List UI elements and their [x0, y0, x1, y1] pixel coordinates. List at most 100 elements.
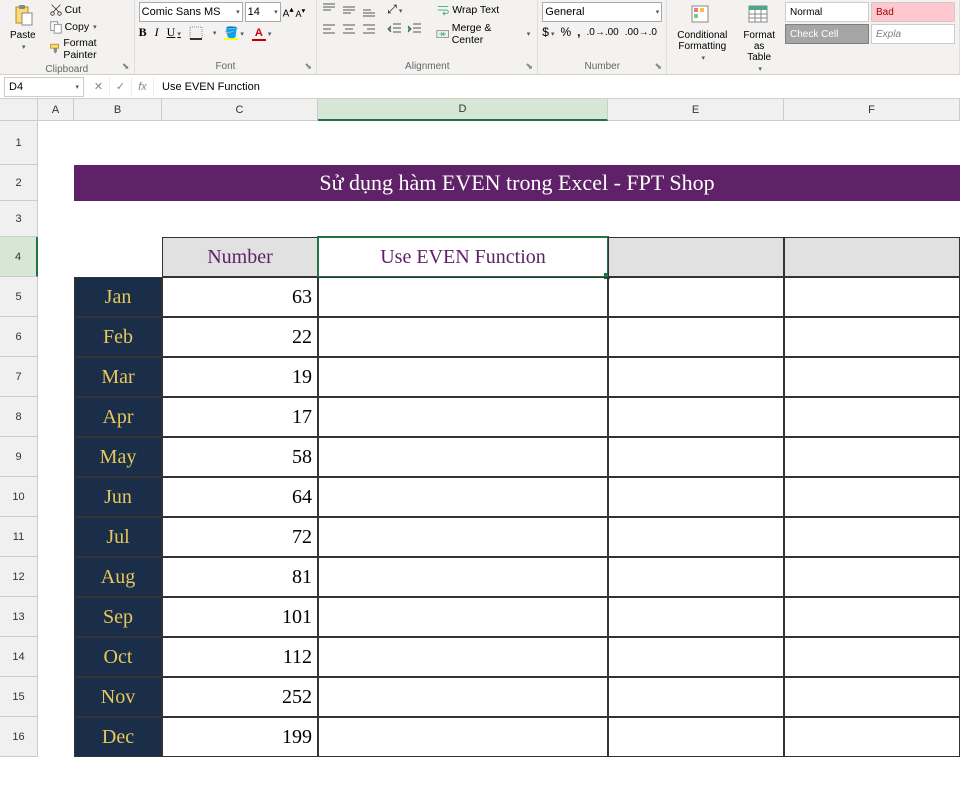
row-header-13[interactable]: 13: [0, 597, 38, 637]
cell-E13[interactable]: [608, 597, 784, 637]
font-size-combo[interactable]: 14▾: [245, 2, 281, 22]
cell-E9[interactable]: [608, 437, 784, 477]
fill-color-button[interactable]: 🪣▾: [224, 25, 244, 40]
align-top-button[interactable]: [321, 2, 337, 18]
even-cell-9[interactable]: [318, 437, 608, 477]
align-bottom-button[interactable]: [361, 2, 377, 18]
number-cell-9[interactable]: 58: [162, 437, 318, 477]
fx-button[interactable]: fx: [132, 77, 154, 97]
number-cell-14[interactable]: 112: [162, 637, 318, 677]
column-header-B[interactable]: B: [74, 99, 162, 121]
row-header-1[interactable]: 1: [0, 121, 38, 165]
font-name-combo[interactable]: Comic Sans MS▾: [139, 2, 243, 22]
even-cell-11[interactable]: [318, 517, 608, 557]
number-cell-13[interactable]: 101: [162, 597, 318, 637]
decrease-indent-button[interactable]: [387, 21, 403, 37]
number-cell-15[interactable]: 252: [162, 677, 318, 717]
cell-E11[interactable]: [608, 517, 784, 557]
decrease-decimal-button[interactable]: .00→.0: [625, 27, 657, 38]
even-cell-10[interactable]: [318, 477, 608, 517]
copy-button[interactable]: Copy▾: [46, 19, 130, 35]
underline-button[interactable]: U▾: [167, 25, 181, 40]
alignment-dialog-launcher[interactable]: ⬊: [523, 60, 535, 72]
number-dialog-launcher[interactable]: ⬊: [652, 60, 664, 72]
column-header-C[interactable]: C: [162, 99, 318, 121]
cell-style-normal[interactable]: Normal: [785, 2, 869, 22]
cell-E14[interactable]: [608, 637, 784, 677]
column-header-E[interactable]: E: [608, 99, 784, 121]
spreadsheet-grid[interactable]: ABCDEF 12345678910111213141516 Sử dụng h…: [0, 99, 960, 787]
font-dialog-launcher[interactable]: ⬊: [302, 60, 314, 72]
clipboard-dialog-launcher[interactable]: ⬊: [120, 60, 132, 72]
title-cell[interactable]: Sử dụng hàm EVEN trong Excel - FPT Shop: [74, 165, 960, 201]
cell-E16[interactable]: [608, 717, 784, 757]
cell-F16[interactable]: [784, 717, 960, 757]
cell-F5[interactable]: [784, 277, 960, 317]
row-header-14[interactable]: 14: [0, 637, 38, 677]
month-cell-sep[interactable]: Sep: [74, 597, 162, 637]
number-cell-11[interactable]: 72: [162, 517, 318, 557]
cell-E8[interactable]: [608, 397, 784, 437]
even-cell-16[interactable]: [318, 717, 608, 757]
paste-button[interactable]: Paste ▾: [4, 2, 42, 53]
orientation-button[interactable]: ⤢▾: [387, 2, 402, 18]
row-header-4[interactable]: 4: [0, 237, 38, 277]
comma-format-button[interactable]: ,: [577, 25, 580, 39]
borders-button[interactable]: [189, 26, 203, 40]
cell-E12[interactable]: [608, 557, 784, 597]
bold-button[interactable]: B: [139, 25, 147, 40]
header-e[interactable]: [608, 237, 784, 277]
month-cell-jun[interactable]: Jun: [74, 477, 162, 517]
align-right-button[interactable]: [361, 21, 377, 37]
number-format-combo[interactable]: General▾: [542, 2, 662, 22]
month-cell-dec[interactable]: Dec: [74, 717, 162, 757]
cell-F9[interactable]: [784, 437, 960, 477]
cell-E7[interactable]: [608, 357, 784, 397]
month-cell-nov[interactable]: Nov: [74, 677, 162, 717]
row-header-8[interactable]: 8: [0, 397, 38, 437]
accounting-format-button[interactable]: $▾: [542, 25, 554, 39]
month-cell-jul[interactable]: Jul: [74, 517, 162, 557]
increase-indent-button[interactable]: [407, 21, 423, 37]
month-cell-may[interactable]: May: [74, 437, 162, 477]
header-f[interactable]: [784, 237, 960, 277]
column-header-A[interactable]: A: [38, 99, 74, 121]
row-header-11[interactable]: 11: [0, 517, 38, 557]
month-cell-aug[interactable]: Aug: [74, 557, 162, 597]
row-header-7[interactable]: 7: [0, 357, 38, 397]
row-header-6[interactable]: 6: [0, 317, 38, 357]
number-cell-6[interactable]: 22: [162, 317, 318, 357]
cell-F10[interactable]: [784, 477, 960, 517]
row-header-5[interactable]: 5: [0, 277, 38, 317]
cell-F12[interactable]: [784, 557, 960, 597]
even-cell-8[interactable]: [318, 397, 608, 437]
format-as-table-button[interactable]: Format as Table▾: [737, 2, 781, 75]
cell-F7[interactable]: [784, 357, 960, 397]
formula-cancel-button[interactable]: ✕: [88, 77, 110, 97]
decrease-font-button[interactable]: A▾: [296, 6, 306, 19]
conditional-formatting-button[interactable]: Conditional Formatting▾: [671, 2, 733, 64]
even-cell-13[interactable]: [318, 597, 608, 637]
cell-F8[interactable]: [784, 397, 960, 437]
formula-enter-button[interactable]: ✓: [110, 77, 132, 97]
number-cell-10[interactable]: 64: [162, 477, 318, 517]
cell-style-explanatory[interactable]: Expla: [871, 24, 955, 44]
month-cell-mar[interactable]: Mar: [74, 357, 162, 397]
cell-F14[interactable]: [784, 637, 960, 677]
even-cell-15[interactable]: [318, 677, 608, 717]
cell-style-bad[interactable]: Bad: [871, 2, 955, 22]
cell-F6[interactable]: [784, 317, 960, 357]
number-cell-12[interactable]: 81: [162, 557, 318, 597]
row-header-3[interactable]: 3: [0, 201, 38, 237]
formula-input[interactable]: Use EVEN Function: [154, 81, 960, 93]
cell-E10[interactable]: [608, 477, 784, 517]
number-cell-8[interactable]: 17: [162, 397, 318, 437]
month-cell-feb[interactable]: Feb: [74, 317, 162, 357]
align-middle-button[interactable]: [341, 2, 357, 18]
row-header-16[interactable]: 16: [0, 717, 38, 757]
increase-font-button[interactable]: A▴: [283, 4, 294, 19]
row-header-10[interactable]: 10: [0, 477, 38, 517]
cell-F13[interactable]: [784, 597, 960, 637]
cut-button[interactable]: Cut: [46, 2, 130, 18]
wrap-text-button[interactable]: Wrap Text: [433, 2, 533, 18]
